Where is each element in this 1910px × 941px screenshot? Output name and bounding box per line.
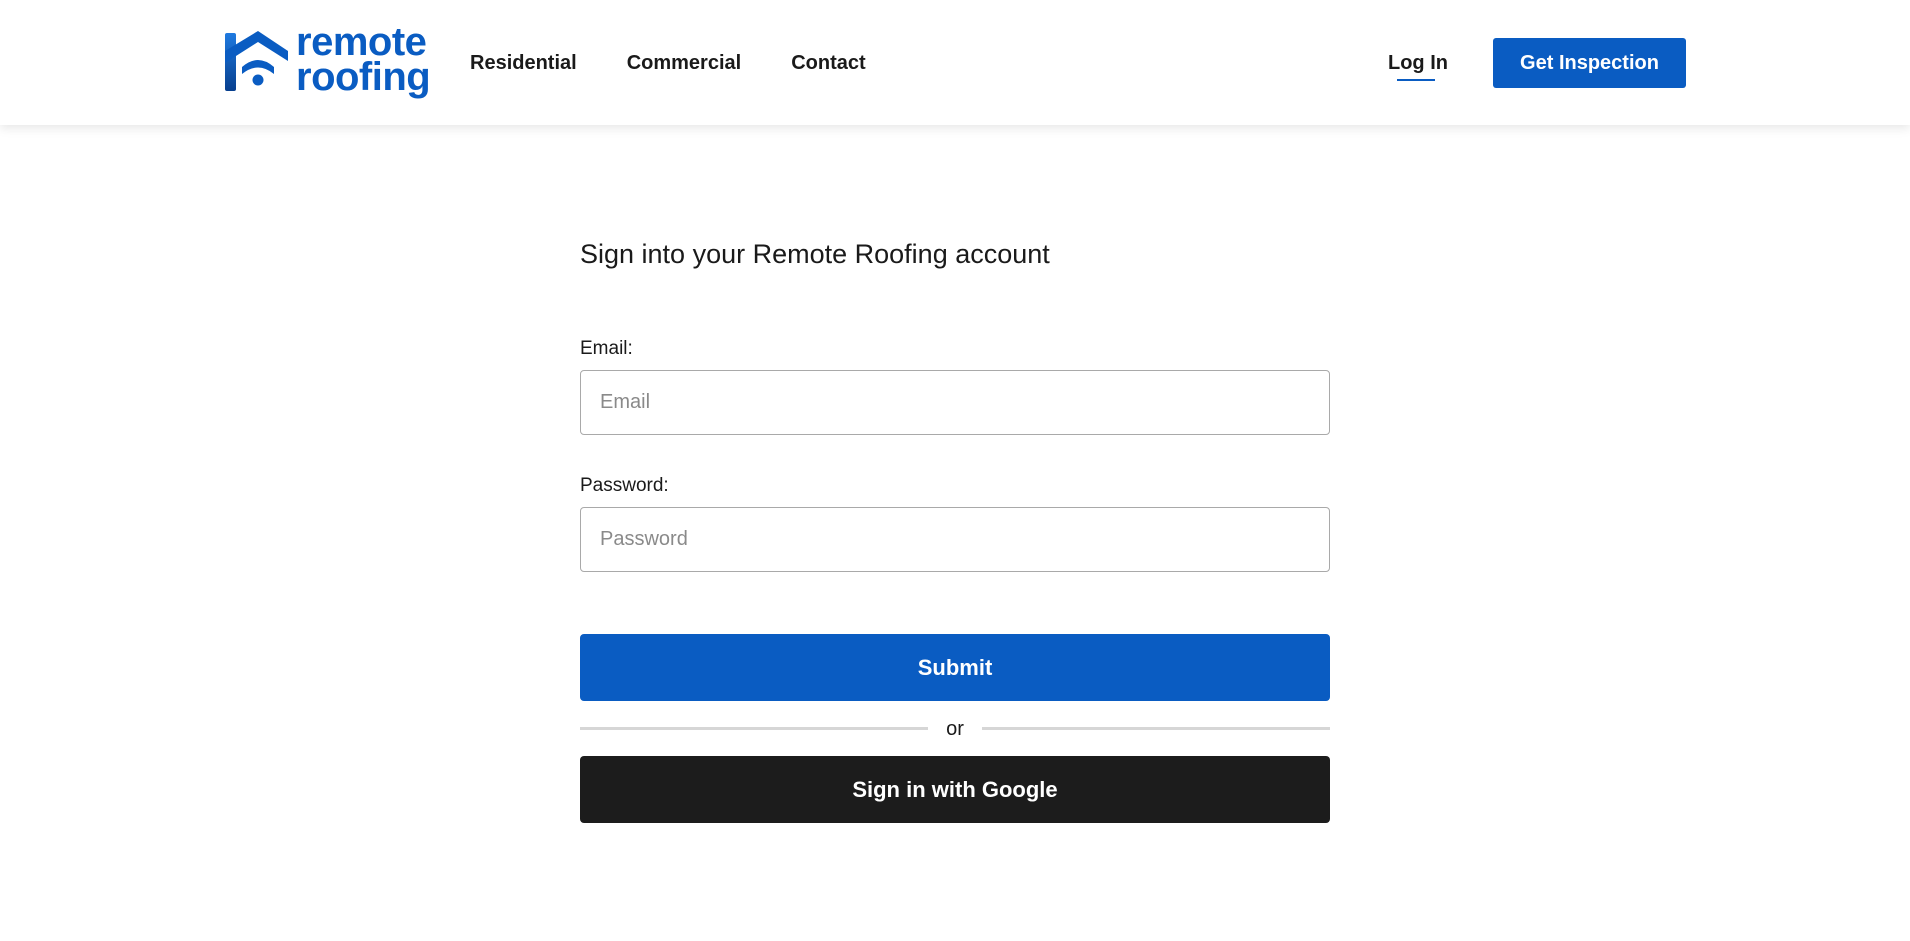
submit-button[interactable]: Submit	[580, 634, 1330, 701]
logo-line-2: roofing	[296, 55, 431, 99]
email-label: Email:	[580, 338, 633, 359]
logo-wordmark: remote roofing	[296, 22, 431, 99]
login-link[interactable]: Log In	[1388, 50, 1448, 76]
site-header: remote roofing Residential Commercial Co…	[0, 0, 1910, 125]
nav-item-residential[interactable]: Residential	[470, 50, 577, 76]
google-sign-in-button[interactable]: Sign in with Google	[580, 756, 1330, 823]
login-form: Sign into your Remote Roofing account Em…	[580, 230, 1331, 823]
password-label: Password:	[580, 475, 669, 496]
email-input[interactable]	[580, 370, 1330, 435]
nav-item-contact[interactable]: Contact	[791, 50, 865, 76]
house-wifi-icon	[225, 31, 288, 91]
login-active-underline	[1397, 79, 1435, 81]
password-input[interactable]	[580, 507, 1330, 572]
logo-link[interactable]: remote roofing	[222, 22, 431, 97]
get-inspection-button[interactable]: Get Inspection	[1493, 38, 1686, 88]
page-title: Sign into your Remote Roofing account	[580, 239, 1050, 269]
divider-line-left	[580, 727, 929, 730]
or-divider: or	[580, 701, 1331, 756]
main-nav: Residential Commercial Contact	[470, 50, 916, 76]
nav-item-commercial[interactable]: Commercial	[627, 50, 742, 76]
divider-line-right	[981, 727, 1331, 730]
divider-text: or	[946, 717, 964, 740]
